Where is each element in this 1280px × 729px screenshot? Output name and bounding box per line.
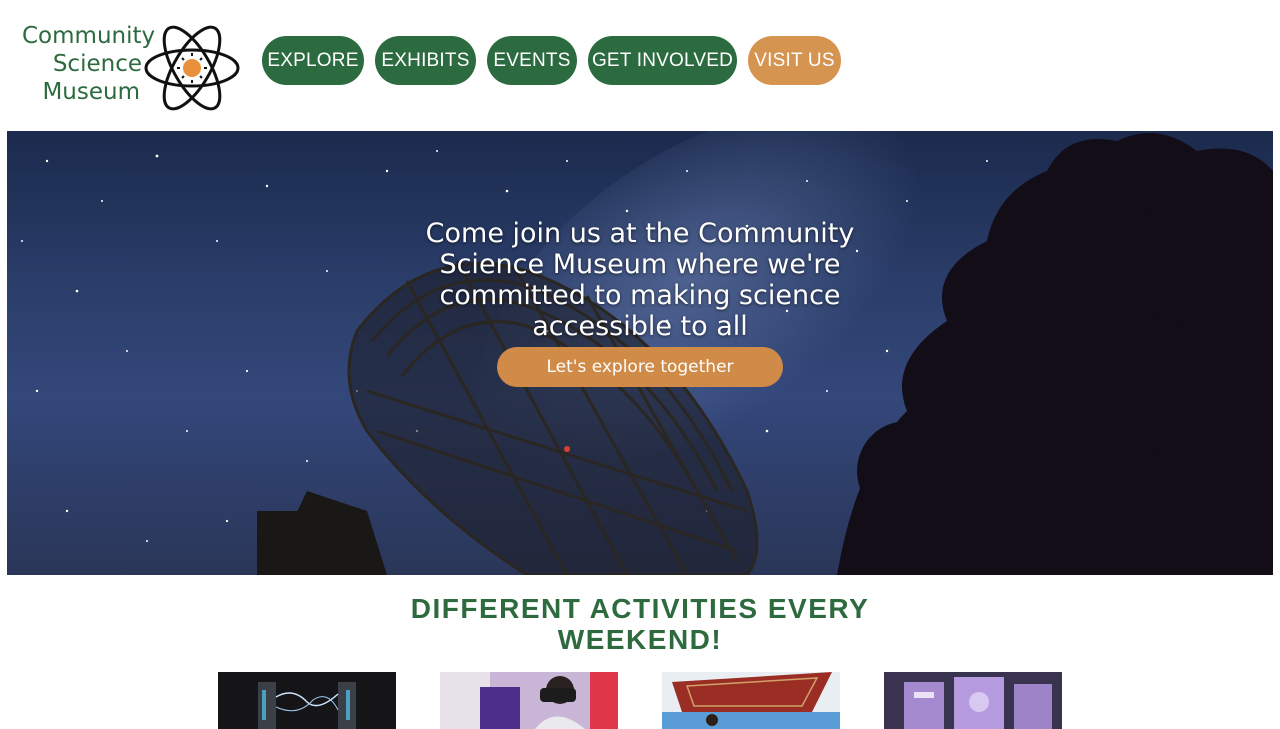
nav-get-involved-button[interactable]: GET INVOLVED: [588, 36, 737, 85]
vr-headset-image: [440, 672, 618, 729]
site-logo[interactable]: Community Science Museum: [22, 20, 244, 116]
activity-thumbnail-4[interactable]: [884, 672, 1062, 729]
logo-line-2: Science: [52, 51, 142, 77]
nav-explore-button[interactable]: EXPLORE: [262, 36, 364, 85]
site-header: Community Science Museum EXPLORE EXHIBIT…: [0, 0, 1280, 131]
explore-together-button[interactable]: Let's explore together: [497, 347, 783, 387]
nav-exhibits-button[interactable]: EXHIBITS: [375, 36, 476, 85]
activity-thumbnail-2[interactable]: [440, 672, 618, 729]
nav-visit-us-button[interactable]: VISIT US: [748, 36, 841, 85]
rug-experiment-image: [662, 672, 840, 729]
nav-events-button[interactable]: EVENTS: [487, 36, 577, 85]
logo-line-3: Museum: [42, 79, 140, 105]
logo-line-1: Community: [22, 23, 156, 49]
activity-thumbnail-3[interactable]: [662, 672, 840, 729]
electric-arc-image: [218, 672, 396, 729]
atom-icon: [144, 25, 240, 111]
lab-machine-image: [884, 672, 1062, 729]
activities-heading: DIFFERENT ACTIVITIES EVERY WEEKEND!: [410, 593, 870, 655]
activity-thumbnail-1[interactable]: [218, 672, 396, 729]
hero-banner: Come join us at the Community Science Mu…: [7, 131, 1273, 575]
hero-headline: Come join us at the Community Science Mu…: [425, 218, 855, 342]
logo-text: Community Science Museum: [22, 22, 156, 106]
